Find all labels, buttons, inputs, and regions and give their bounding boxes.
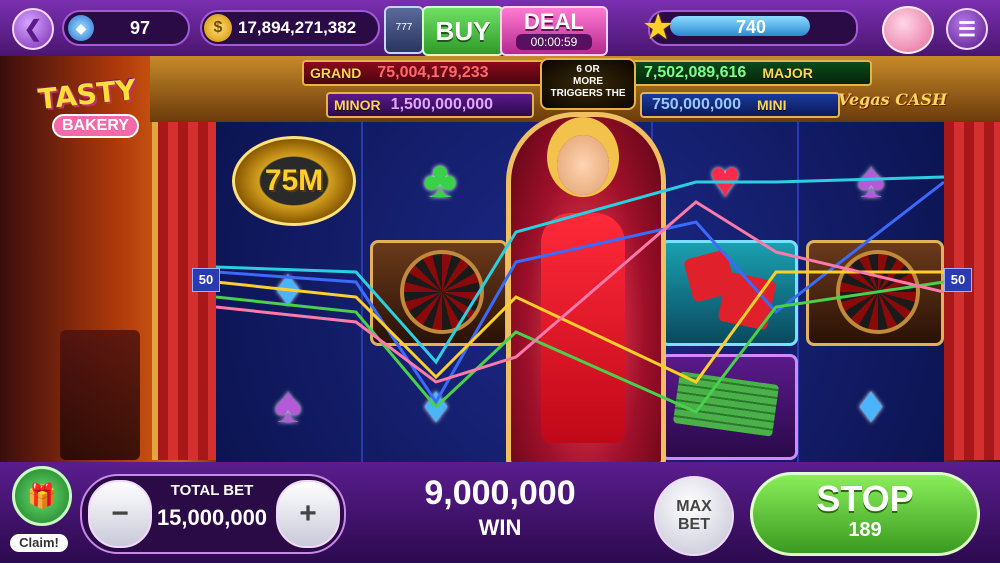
mini-label: MINI (756, 97, 787, 113)
total-bet-display: TOTAL BET 15,000,000 (150, 482, 274, 531)
decrease-bet-button[interactable]: − (88, 480, 152, 548)
total-bet-label: TOTAL BET (170, 482, 254, 499)
game-logo: TASTY BAKERY (34, 72, 144, 152)
buy-button[interactable]: BUY (422, 6, 504, 56)
star-level-bar[interactable]: ★ 740 (642, 6, 858, 47)
logo-line-2: BAKERY (52, 114, 139, 138)
mini-value: 750,000,000 (652, 96, 741, 113)
major-jackpot: 7,502,089,616 MAJOR (632, 60, 872, 86)
grand-jackpot: GRAND 75,004,179,233 (302, 60, 550, 86)
piggy-bank-icon[interactable] (882, 6, 934, 54)
trigger-note-line-1: 6 OR (576, 64, 600, 75)
vegas-cash-logo: Vegas CASH (838, 90, 948, 118)
vegas-cash-text: Vegas CASH (838, 90, 948, 109)
payline-count-right: 50 (950, 272, 966, 287)
payline-marker-right: 50 (944, 268, 972, 292)
payline (216, 175, 944, 365)
claim-label: Claim! (10, 534, 68, 552)
back-button[interactable]: ❮ (12, 8, 54, 50)
payline (216, 270, 944, 384)
increase-bet-button[interactable]: + (276, 480, 340, 548)
gem-icon: ◆ (68, 15, 94, 41)
minor-jackpot: MINOR 1,500,000,000 (326, 92, 534, 118)
payline-marker-left: 50 (192, 268, 220, 292)
back-arrow-icon: ❮ (23, 16, 43, 41)
win-label: WIN (478, 515, 522, 540)
background-slot-machines (60, 330, 140, 460)
minor-label: MINOR (334, 97, 381, 113)
deal-label: DEAL (524, 9, 584, 34)
buy-label: BUY (435, 15, 491, 46)
hamburger-menu-icon: ☰ (958, 18, 976, 41)
win-display: 9,000,000 WIN (350, 466, 650, 556)
coins-value: 17,894,271,382 (238, 18, 357, 37)
win-value: 9,000,000 (424, 474, 576, 512)
deal-timer: 00:00:59 (516, 34, 592, 50)
logo-line-1: TASTY (36, 72, 138, 117)
gems-counter[interactable]: ◆ 97 (62, 10, 190, 46)
deal-button[interactable]: DEAL 00:00:59 (500, 6, 608, 56)
gems-value: 97 (130, 17, 151, 38)
coin-icon: $ (204, 14, 232, 42)
max-bet-line-1: MAX (676, 498, 712, 515)
gift-box-icon: 🎁 (12, 466, 72, 526)
stop-label: STOP (816, 478, 914, 519)
slot-shop-icon[interactable]: 777 (384, 6, 424, 54)
coins-counter[interactable]: $ 17,894,271,382 (200, 10, 380, 46)
paylines-overlay (216, 175, 944, 414)
jackpot-trigger-note: 6 OR MORE TRIGGERS THE (540, 58, 636, 110)
plus-label: + (299, 497, 317, 530)
total-bet-value: 15,000,000 (156, 505, 268, 530)
mini-jackpot: 750,000,000 MINI (640, 92, 840, 118)
payline-count-left: 50 (198, 272, 214, 287)
stop-button[interactable]: STOP 189 (750, 472, 980, 556)
minus-label: − (111, 497, 129, 530)
major-label: MAJOR (762, 65, 813, 81)
stop-count: 189 (848, 519, 882, 541)
grand-value: 75,004,179,233 (377, 64, 489, 81)
claim-button[interactable]: 🎁 Claim! (6, 466, 72, 558)
trigger-note-line-3: TRIGGERS THE (550, 88, 626, 99)
payline (216, 200, 944, 384)
major-value: 7,502,089,616 (644, 64, 747, 81)
stars-value: 740 (736, 17, 767, 37)
max-bet-button[interactable]: MAX BET (654, 476, 734, 556)
grand-label: GRAND (310, 65, 362, 81)
star-icon: ★ (642, 6, 675, 47)
max-bet-line-2: BET (678, 516, 710, 533)
minor-value: 1,500,000,000 (390, 96, 493, 113)
trigger-note-line-2: MORE (573, 76, 603, 87)
menu-button[interactable]: ☰ (946, 8, 988, 50)
